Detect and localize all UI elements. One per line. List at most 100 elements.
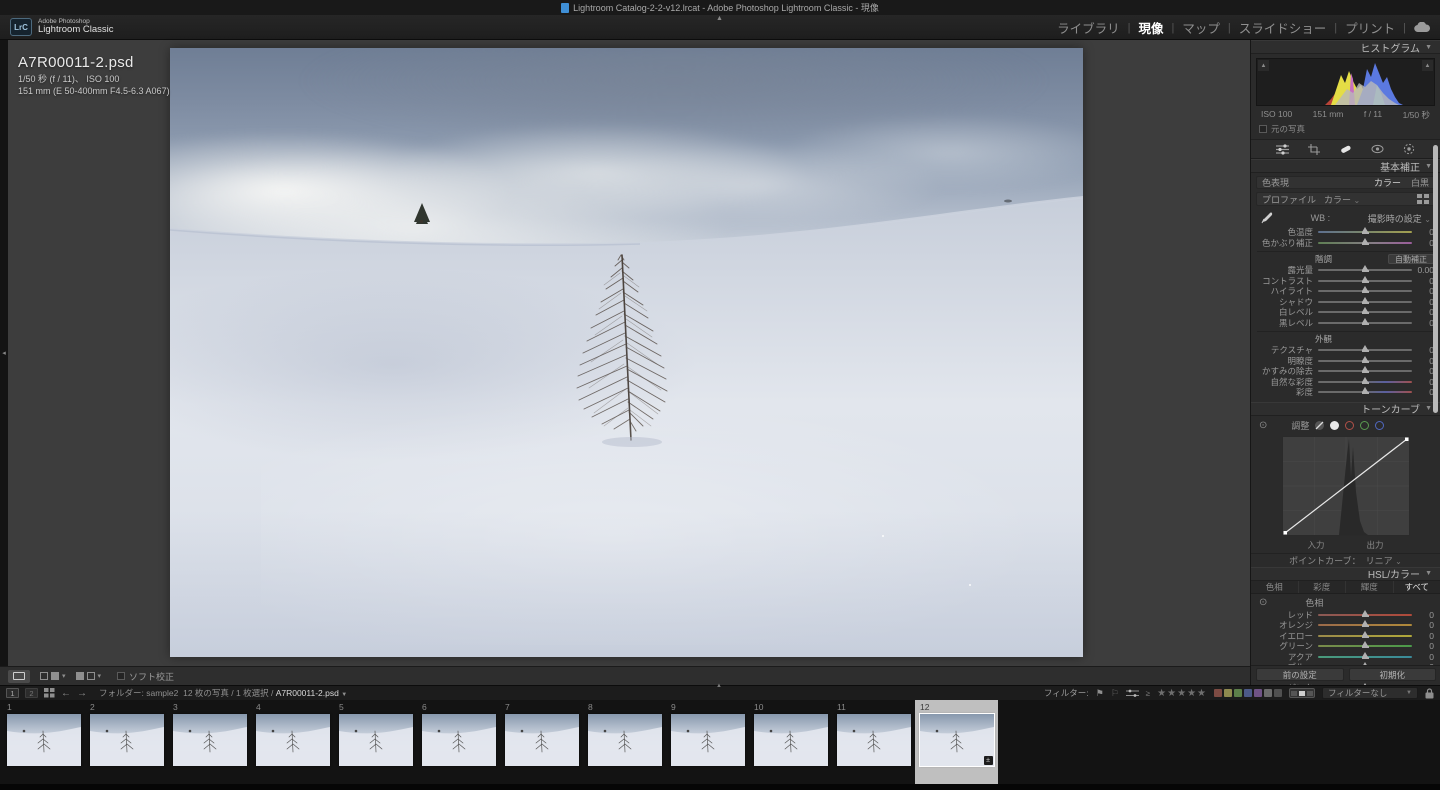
slider-track[interactable] — [1318, 656, 1412, 658]
slider-track[interactable] — [1318, 645, 1412, 647]
slider-track[interactable] — [1318, 381, 1412, 383]
color-label-chip[interactable] — [1234, 689, 1242, 697]
star-rating-filter[interactable]: ★★★★★ — [1157, 688, 1207, 699]
slider-thumb[interactable] — [1362, 652, 1368, 657]
color-label-chip[interactable] — [1224, 689, 1232, 697]
slider-track[interactable] — [1318, 360, 1412, 362]
hsl-tab-色相[interactable]: 色相 — [1251, 581, 1299, 593]
before-after-topbottom-button[interactable]: ▾ — [76, 672, 102, 680]
module-マップ[interactable]: マップ — [1182, 18, 1220, 37]
thumbnail-image[interactable] — [7, 714, 81, 766]
filmstrip-thumbnail-7[interactable]: 7 — [500, 700, 583, 784]
flag-pick-icon[interactable]: ⚑ — [1096, 688, 1104, 699]
go-back-icon[interactable]: ← — [61, 688, 71, 699]
healing-brush-icon[interactable] — [1339, 144, 1352, 155]
treatment-bw-button[interactable]: 白黒 — [1411, 176, 1429, 189]
slider-thumb[interactable] — [1362, 366, 1368, 371]
slider-track[interactable] — [1318, 624, 1412, 626]
reset-button[interactable]: 初期化 — [1349, 668, 1437, 681]
slider-thumb[interactable] — [1362, 641, 1368, 646]
hsl-tab-すべて[interactable]: すべて — [1394, 581, 1440, 593]
slider-track[interactable] — [1318, 311, 1412, 313]
color-label-filters[interactable] — [1214, 689, 1282, 697]
crop-icon[interactable] — [1308, 144, 1320, 155]
filmstrip-thumbnail-8[interactable]: 8 — [583, 700, 666, 784]
thumbnail-image[interactable] — [505, 714, 579, 766]
slider-thumb[interactable] — [1362, 620, 1368, 625]
thumbnail-image[interactable] — [754, 714, 828, 766]
slider-track[interactable] — [1318, 370, 1412, 372]
edit-sliders-icon[interactable] — [1276, 144, 1289, 155]
loupe-view-button[interactable] — [8, 670, 30, 683]
filmstrip-thumbnail-12[interactable]: 12± — [915, 700, 998, 784]
slider-track[interactable] — [1318, 242, 1412, 244]
filter-preset-dropdown[interactable]: フィルターなし▼ — [1322, 687, 1418, 699]
color-label-chip[interactable] — [1244, 689, 1252, 697]
filmstrip-thumbnail-3[interactable]: 3 — [168, 700, 251, 784]
slider-track[interactable] — [1318, 635, 1412, 637]
thumbnail-image[interactable] — [256, 714, 330, 766]
point-curve-icon[interactable] — [1330, 421, 1339, 430]
treatment-color-button[interactable]: カラー — [1374, 176, 1401, 189]
module-プリント[interactable]: プリント — [1345, 18, 1395, 37]
cloud-sync-icon[interactable] — [1414, 22, 1430, 33]
profile-value[interactable]: カラー ⌄ — [1324, 193, 1360, 206]
module-ライブラリ[interactable]: ライブラリ — [1057, 18, 1120, 37]
collapse-top-panel-icon[interactable]: ▲ — [716, 15, 723, 22]
soft-proofing-checkbox[interactable] — [117, 672, 125, 680]
second-window-button[interactable]: 2 — [25, 688, 38, 698]
green-channel-icon[interactable] — [1360, 421, 1369, 430]
filmstrip-thumbnail-11[interactable]: 11 — [832, 700, 915, 784]
slider-thumb[interactable] — [1362, 318, 1368, 323]
target-adjustment-icon[interactable]: ⊙ — [1259, 420, 1267, 431]
slider-thumb[interactable] — [1362, 227, 1368, 232]
slider-thumb[interactable] — [1362, 345, 1368, 350]
filmstrip-thumbnail-1[interactable]: 1 — [2, 700, 85, 784]
thumbnail-image[interactable] — [837, 714, 911, 766]
thumbnail-image[interactable]: ± — [920, 714, 994, 766]
highlight-clipping-icon[interactable]: ▲ — [1422, 60, 1433, 71]
slider-track[interactable] — [1318, 322, 1412, 324]
hsl-target-adjustment-icon[interactable]: ⊙ — [1259, 597, 1267, 608]
filmstrip-thumbnail-4[interactable]: 4 — [251, 700, 334, 784]
flag-reject-icon[interactable]: ⚐ — [1111, 688, 1119, 699]
collapse-filmstrip-icon[interactable]: ▲ — [716, 683, 722, 689]
color-label-chip[interactable] — [1264, 689, 1272, 697]
slider-track[interactable] — [1318, 231, 1412, 233]
slider-thumb[interactable] — [1362, 356, 1368, 361]
slider-thumb[interactable] — [1362, 377, 1368, 382]
before-after-leftright-button[interactable]: ▾ — [40, 672, 66, 680]
slider-thumb[interactable] — [1362, 610, 1368, 615]
slider-track[interactable] — [1318, 280, 1412, 282]
slider-thumb[interactable] — [1362, 307, 1368, 312]
thumbnail-image[interactable] — [422, 714, 496, 766]
previous-settings-button[interactable]: 前の設定 — [1256, 668, 1344, 681]
left-panel-collapsed[interactable]: ◂ — [0, 40, 8, 666]
slider-track[interactable] — [1318, 614, 1412, 616]
grid-view-icon[interactable] — [44, 688, 55, 698]
red-eye-icon[interactable] — [1371, 144, 1384, 154]
filmstrip-thumbnail-5[interactable]: 5 — [334, 700, 417, 784]
thumbnail-image[interactable] — [173, 714, 247, 766]
wb-eyedropper-icon[interactable] — [1260, 211, 1273, 225]
hsl-tab-輝度[interactable]: 輝度 — [1346, 581, 1394, 593]
tone-curve-panel-header[interactable]: トーンカーブ ▼ — [1251, 402, 1440, 416]
shadow-clipping-icon[interactable]: ▲ — [1258, 60, 1269, 71]
slider-track[interactable] — [1318, 349, 1412, 351]
red-channel-icon[interactable] — [1345, 421, 1354, 430]
collapse-left-panel-icon[interactable]: ◂ — [2, 349, 6, 357]
color-label-chip[interactable] — [1214, 689, 1222, 697]
thumbnail-image[interactable] — [588, 714, 662, 766]
filmstrip-source-path[interactable]: フォルダー: sample2 12 枚の写真 / 1 枚選択 / A7R0001… — [99, 687, 347, 699]
slider-thumb[interactable] — [1362, 276, 1368, 281]
module-スライドショー[interactable]: スライドショー — [1239, 18, 1327, 37]
blue-channel-icon[interactable] — [1375, 421, 1384, 430]
hsl-panel-header[interactable]: HSL/カラー ▼ — [1251, 567, 1440, 581]
slider-thumb[interactable] — [1362, 286, 1368, 291]
point-curve-select[interactable]: リニア ⌄ — [1366, 554, 1402, 567]
histogram-panel-header[interactable]: ヒストグラム ▼ — [1251, 40, 1440, 54]
slider-thumb[interactable] — [1362, 238, 1368, 243]
adjustment-badge-icon[interactable]: ± — [984, 756, 993, 765]
filmstrip-thumbnail-2[interactable]: 2 — [85, 700, 168, 784]
panel-scrollbar[interactable] — [1433, 145, 1438, 413]
